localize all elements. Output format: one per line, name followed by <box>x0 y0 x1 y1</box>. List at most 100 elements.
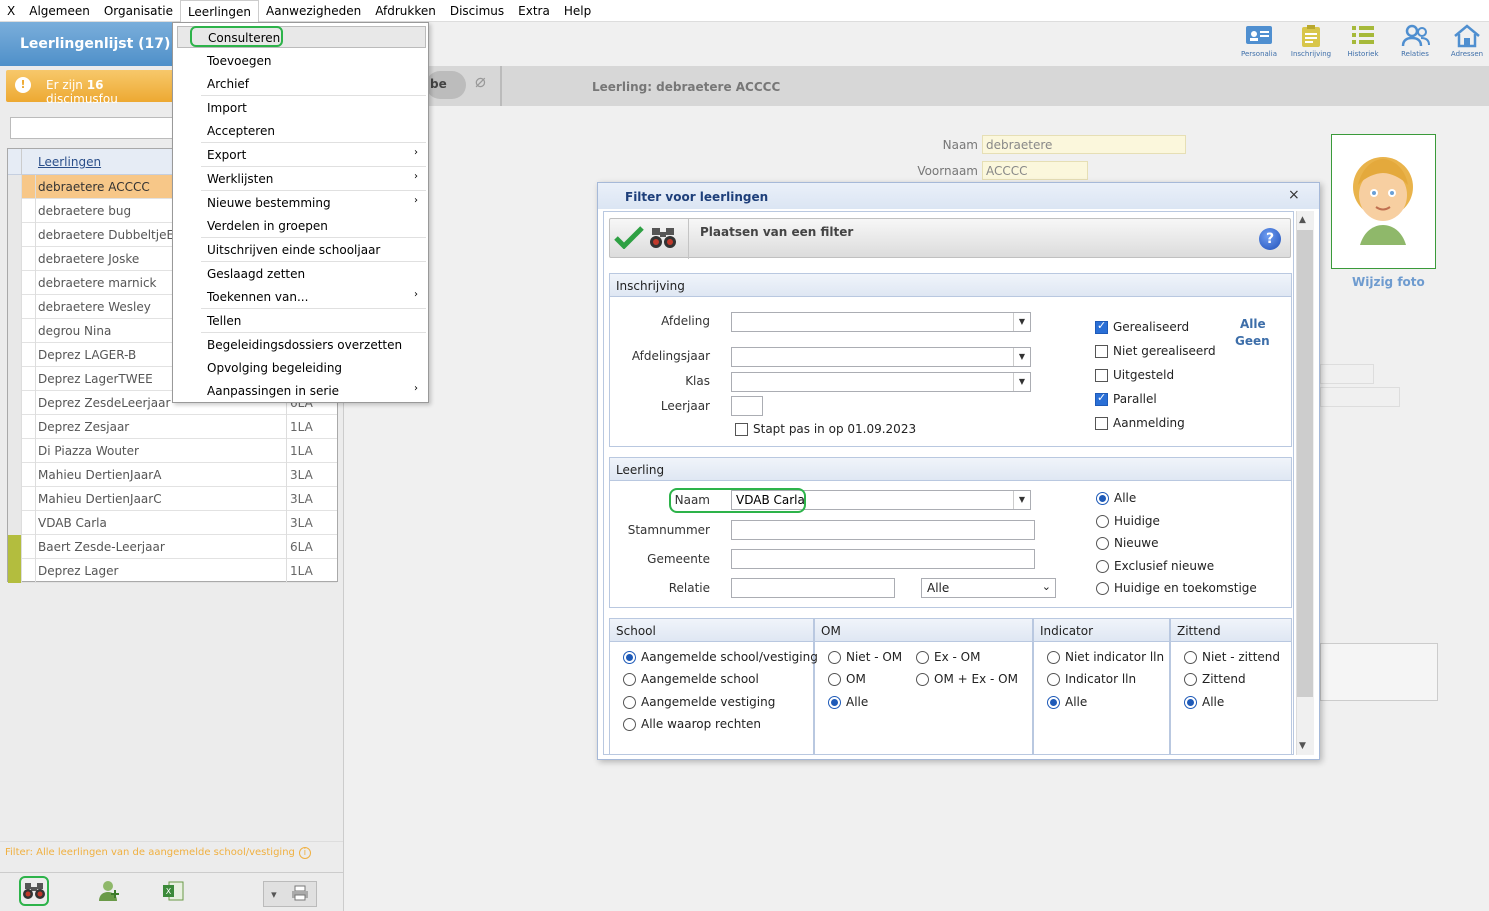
stapt-pas-in-checkbox[interactable]: Stapt pas in op 01.09.2023 <box>735 422 916 436</box>
toolbar-personalia[interactable]: Personalia <box>1233 24 1285 64</box>
menu-algemeen[interactable]: Algemeen <box>22 0 97 22</box>
toolbar-adressen[interactable]: Adressen <box>1441 24 1489 64</box>
menu-help[interactable]: Help <box>557 0 598 22</box>
select-column[interactable] <box>8 149 22 175</box>
radio-om-alle[interactable]: Alle <box>828 695 868 709</box>
leerjaar-input[interactable] <box>731 396 763 416</box>
menu-aanwezigheden[interactable]: Aanwezigheden <box>259 0 368 22</box>
paperclip-icon[interactable]: ⌀ <box>475 71 486 92</box>
detail-header-bar <box>344 66 1489 106</box>
select-all-link[interactable]: Alle <box>1240 317 1266 331</box>
section-leerling-header: Leerling <box>609 457 1292 481</box>
menu-item-uitschrijven[interactable]: Uitschrijven einde schooljaar <box>177 239 426 261</box>
menu-item-toekennen-van[interactable]: Toekennen van... › <box>177 286 426 308</box>
menu-item-begeleidingsdossiers[interactable]: Begeleidingsdossiers overzetten <box>177 334 426 356</box>
toolbar-historiek[interactable]: Historiek <box>1337 24 1389 64</box>
menu-afdrukken[interactable]: Afdrukken <box>368 0 443 22</box>
menu-organisatie[interactable]: Organisatie <box>97 0 180 22</box>
radio-ex-om[interactable]: Ex - OM <box>916 650 980 664</box>
apply-filter-button[interactable] <box>614 225 644 252</box>
table-row[interactable]: Deprez Lager 1LA <box>8 559 337 583</box>
afdelingsjaar-select[interactable]: ▼ <box>731 347 1031 367</box>
menu-extra[interactable]: Extra <box>511 0 557 22</box>
menu-separator <box>201 237 426 238</box>
menu-close[interactable]: X <box>0 0 22 22</box>
search-input[interactable] <box>10 117 175 139</box>
gerealiseerd-checkbox[interactable]: Gerealiseerd <box>1095 319 1189 334</box>
discimus-alert[interactable]: ! Er zijn 16 discimusfou <box>6 70 176 106</box>
menu-item-aanpassingen-in-serie[interactable]: Aanpassingen in serie › <box>177 380 426 402</box>
radio-leerling-nieuwe[interactable]: Nieuwe <box>1096 536 1159 550</box>
radio-alle-rechten[interactable]: Alle waarop rechten <box>623 717 761 731</box>
menu-item-archief[interactable]: Archief <box>177 73 426 95</box>
radio-leerling-huidige[interactable]: Huidige <box>1096 514 1160 528</box>
radio-zittend-alle[interactable]: Alle <box>1184 695 1224 709</box>
table-row[interactable]: Mahieu DertienJaarA 3LA <box>8 463 337 487</box>
table-row[interactable]: Deprez Zesjaar 1LA <box>8 415 337 439</box>
menu-item-werklijsten[interactable]: Werklijsten › <box>177 168 426 190</box>
scroll-up-icon[interactable]: ▲ <box>1299 215 1306 225</box>
table-row[interactable]: Baert Zesde-Leerjaar 6LA <box>8 535 337 559</box>
help-icon[interactable]: ? <box>1259 228 1281 250</box>
scroll-down-icon[interactable]: ▼ <box>1299 741 1306 751</box>
menu-item-nieuwe-bestemming[interactable]: Nieuwe bestemming › <box>177 192 426 214</box>
menu-item-accepteren[interactable]: Accepteren <box>177 120 426 142</box>
radio-indicator[interactable]: Indicator lln <box>1047 672 1136 686</box>
table-row[interactable]: Di Piazza Wouter 1LA <box>8 439 337 463</box>
radio-leerling-alle[interactable]: Alle <box>1096 491 1136 505</box>
radio-zittend[interactable]: Zittend <box>1184 672 1246 686</box>
menu-item-import[interactable]: Import <box>177 97 426 119</box>
print-button[interactable]: ▾ <box>263 881 317 907</box>
table-row[interactable]: VDAB Carla 3LA <box>8 511 337 535</box>
menu-item-toevoegen[interactable]: Toevoegen <box>177 50 426 72</box>
relatie-select[interactable]: Alle ⌄ <box>921 578 1056 598</box>
close-icon[interactable]: × <box>1288 187 1300 203</box>
change-photo-link[interactable]: Wijzig foto <box>1352 275 1425 289</box>
radio-om[interactable]: OM <box>828 672 866 686</box>
excel-export-button[interactable]: X <box>158 876 188 906</box>
menu-leerlingen[interactable]: Leerlingen <box>179 0 260 22</box>
menu-item-verdelen-in-groepen[interactable]: Verdelen in groepen <box>177 215 426 237</box>
table-row[interactable]: Mahieu DertienJaarC 3LA <box>8 487 337 511</box>
toolbar-inschrijving[interactable]: Inschrijving <box>1285 24 1337 64</box>
menu-item-export[interactable]: Export › <box>177 144 426 166</box>
filter-button[interactable] <box>19 876 49 906</box>
radio-vestiging[interactable]: Aangemelde vestiging <box>623 695 775 709</box>
column-leerlingen[interactable]: Leerlingen <box>38 155 101 169</box>
filter-status: Filter: Alle leerlingen van de aangemeld… <box>5 847 311 859</box>
uitgesteld-checkbox[interactable]: Uitgesteld <box>1095 368 1174 382</box>
voornaam-field[interactable]: ACCCC <box>982 161 1088 180</box>
radio-leerling-huidige-en-toekomstige[interactable]: Huidige en toekomstige <box>1096 581 1257 595</box>
parallel-checkbox[interactable]: Parallel <box>1095 391 1157 406</box>
language-toggle[interactable]: be <box>426 71 466 99</box>
stamnummer-input[interactable] <box>731 520 1035 540</box>
radio-school-vestiging[interactable]: Aangemelde school/vestiging <box>623 650 818 664</box>
radio-leerling-exclusief-nieuwe[interactable]: Exclusief nieuwe <box>1096 559 1214 573</box>
radio-indicator-alle[interactable]: Alle <box>1047 695 1087 709</box>
menu-item-geslaagd-zetten[interactable]: Geslaagd zetten <box>177 263 426 285</box>
niet-gerealiseerd-checkbox[interactable]: Niet gerealiseerd <box>1095 344 1216 358</box>
menu-discimus[interactable]: Discimus <box>443 0 511 22</box>
section-indicator-header: Indicator <box>1033 618 1170 642</box>
scrollbar-thumb[interactable] <box>1297 230 1313 697</box>
aanmelding-checkbox[interactable]: Aanmelding <box>1095 416 1185 430</box>
gemeente-input[interactable] <box>731 549 1035 569</box>
klas-select[interactable]: ▼ <box>731 372 1031 392</box>
search-filter-button[interactable] <box>648 226 678 253</box>
menu-item-opvolging-begeleiding[interactable]: Opvolging begeleiding <box>177 357 426 379</box>
radio-om-ex-om[interactable]: OM + Ex - OM <box>916 672 1018 686</box>
student-title: Leerling: debraetere ACCCC <box>592 80 781 94</box>
student-list-title: Leerlingenlijst (17) <box>0 22 172 66</box>
add-user-button[interactable] <box>93 876 123 906</box>
radio-niet-indicator[interactable]: Niet indicator lln <box>1047 650 1164 664</box>
section-om-header: OM <box>814 618 1033 642</box>
radio-niet-om[interactable]: Niet - OM <box>828 650 902 664</box>
naam-field[interactable]: debraetere <box>982 135 1186 154</box>
afdeling-select[interactable]: ▼ <box>731 312 1031 332</box>
menu-item-tellen[interactable]: Tellen <box>177 310 426 332</box>
relatie-input[interactable] <box>731 578 895 598</box>
radio-school[interactable]: Aangemelde school <box>623 672 759 686</box>
select-none-link[interactable]: Geen <box>1235 334 1270 348</box>
radio-niet-zittend[interactable]: Niet - zittend <box>1184 650 1280 664</box>
toolbar-relaties[interactable]: Relaties <box>1389 24 1441 64</box>
